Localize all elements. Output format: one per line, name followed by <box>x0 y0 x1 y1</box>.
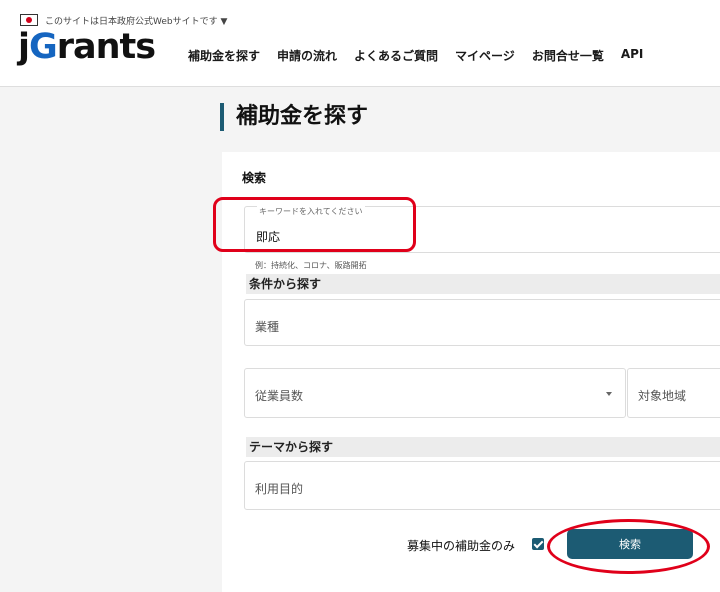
keyword-hint: 例：持続化、コロナ、販路開拓 <box>255 261 367 270</box>
theme-section-bar: テーマから探す <box>246 437 720 457</box>
open-only-label: 募集中の補助金のみ <box>407 539 516 553</box>
gov-banner-text: このサイトは日本政府公式Webサイトです ▼ <box>45 16 228 27</box>
logo-accent-letter: G <box>29 27 58 67</box>
nav-item-search-subsidies[interactable]: 補助金を探す <box>188 47 260 64</box>
employees-select[interactable]: 従業員数 <box>244 368 626 418</box>
nav-item-faq[interactable]: よくあるご質問 <box>354 47 438 64</box>
search-heading: 検索 <box>242 171 267 185</box>
nav-item-mypage[interactable]: マイページ <box>455 47 515 64</box>
nav-item-inquiries[interactable]: お問合せ一覧 <box>532 47 604 64</box>
nav-item-application-flow[interactable]: 申請の流れ <box>277 47 337 64</box>
main-nav: 補助金を探す 申請の流れ よくあるご質問 マイページ お問合せ一覧 API <box>188 47 660 64</box>
japan-flag-icon <box>20 14 38 26</box>
industry-field[interactable]: 業種 <box>244 299 720 346</box>
site-header: このサイトは日本政府公式Webサイトです ▼ jGrants 補助金を探す 申請… <box>0 0 720 87</box>
purpose-placeholder: 利用目的 <box>255 482 304 496</box>
logo-text: jGrants <box>18 27 156 67</box>
page-title: 補助金を探す <box>220 101 368 133</box>
region-select[interactable]: 対象地域 <box>627 368 720 418</box>
logo-label: jGrants <box>18 27 156 67</box>
chevron-down-icon <box>606 392 612 396</box>
region-placeholder: 対象地域 <box>638 389 687 403</box>
site-logo[interactable]: jGrants <box>18 27 156 67</box>
search-button-highlight-annotation <box>547 519 710 574</box>
purpose-field[interactable]: 利用目的 <box>244 461 720 510</box>
conditions-section-bar: 条件から探す <box>246 274 720 294</box>
employees-placeholder: 従業員数 <box>255 389 304 403</box>
industry-placeholder: 業種 <box>255 320 280 334</box>
gov-banner[interactable]: このサイトは日本政府公式Webサイトです ▼ <box>20 13 227 27</box>
keyword-highlight-annotation <box>213 197 416 252</box>
nav-item-api[interactable]: API <box>621 47 644 64</box>
open-only-checkbox[interactable] <box>532 538 544 550</box>
